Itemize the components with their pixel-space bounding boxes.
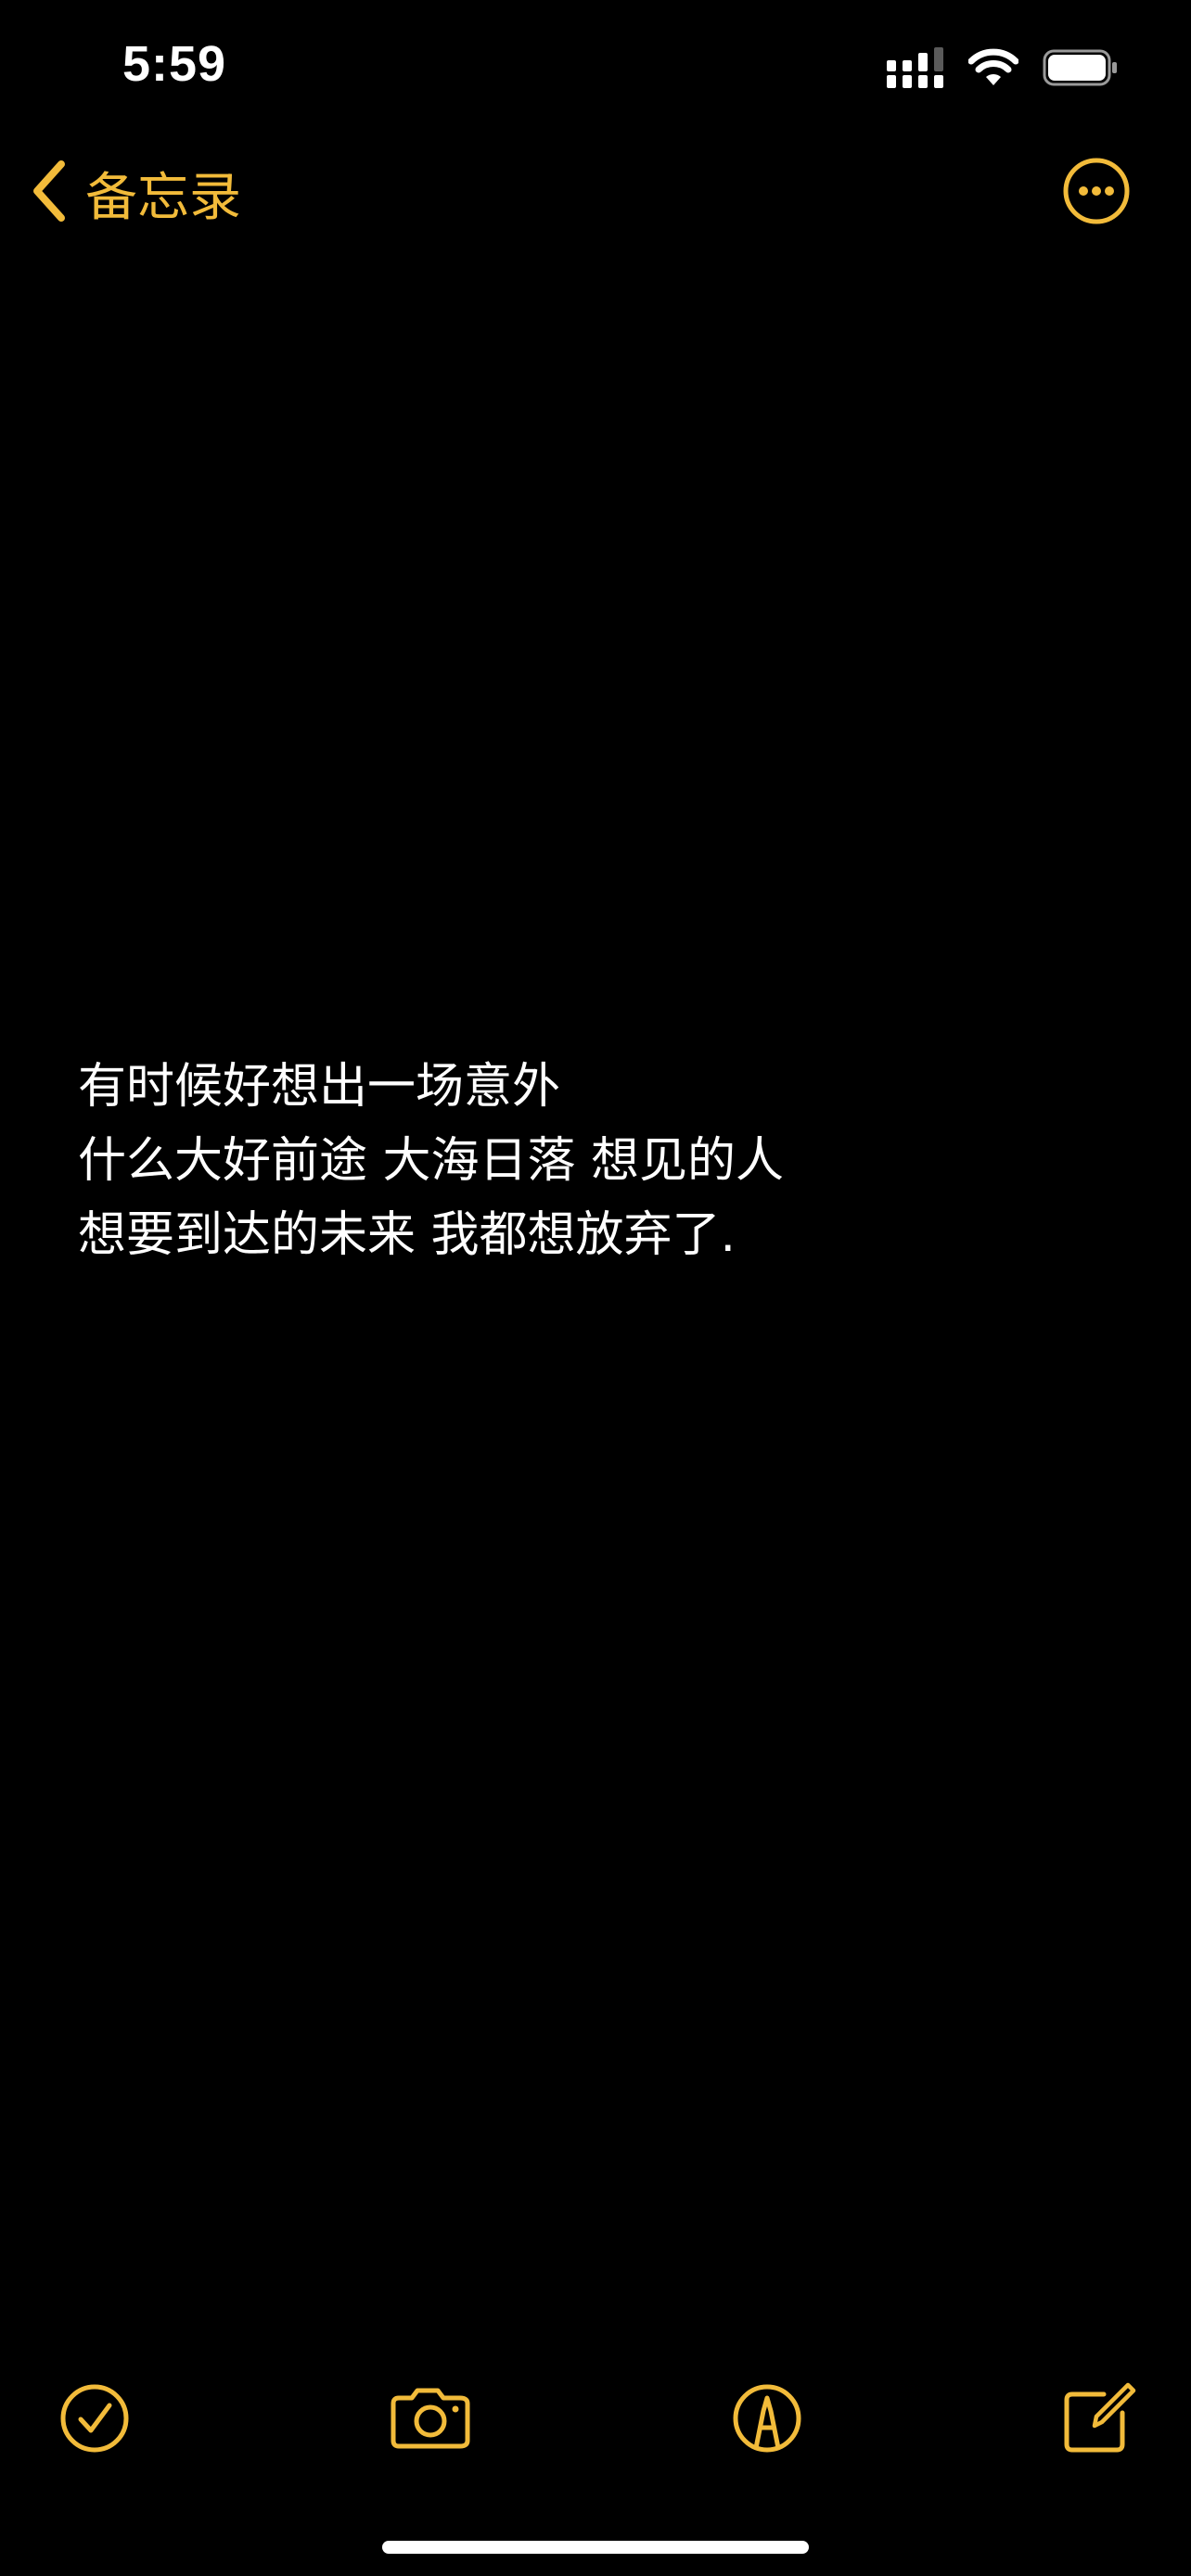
compose-icon (1054, 2374, 1143, 2463)
checklist-button[interactable] (50, 2374, 139, 2463)
chevron-left-icon (32, 160, 67, 225)
markup-button[interactable] (723, 2374, 812, 2463)
status-icons (887, 45, 1119, 91)
more-button[interactable] (1061, 156, 1132, 226)
camera-icon (386, 2374, 475, 2463)
back-button[interactable]: 备忘录 (32, 156, 241, 230)
back-label: 备忘录 (85, 167, 241, 228)
note-line: 有时候好想出一场意外 (78, 1059, 561, 1115)
status-time: 5:59 (122, 36, 227, 92)
cellular-signal-icon (887, 47, 944, 88)
camera-button[interactable] (386, 2374, 475, 2463)
compose-button[interactable] (1054, 2374, 1143, 2463)
battery-icon (1043, 49, 1119, 86)
note-line: 什么大好前途 大海日落 想见的人 (78, 1133, 785, 1189)
note-body[interactable]: 有时候好想出一场意外 什么大好前途 大海日落 想见的人 想要到达的未来 我都想放… (78, 1050, 1117, 1272)
status-bar: 5:59 (0, 0, 1191, 139)
nav-bar: 备忘录 (0, 139, 1191, 250)
markup-pen-icon (723, 2374, 812, 2463)
note-line: 想要到达的未来 我都想放弃了. (78, 1207, 736, 1263)
wifi-icon (968, 48, 1018, 87)
checklist-icon (50, 2374, 139, 2463)
bottom-toolbar (0, 2374, 1191, 2463)
home-indicator (382, 2541, 809, 2554)
ellipsis-circle-icon (1061, 158, 1132, 230)
